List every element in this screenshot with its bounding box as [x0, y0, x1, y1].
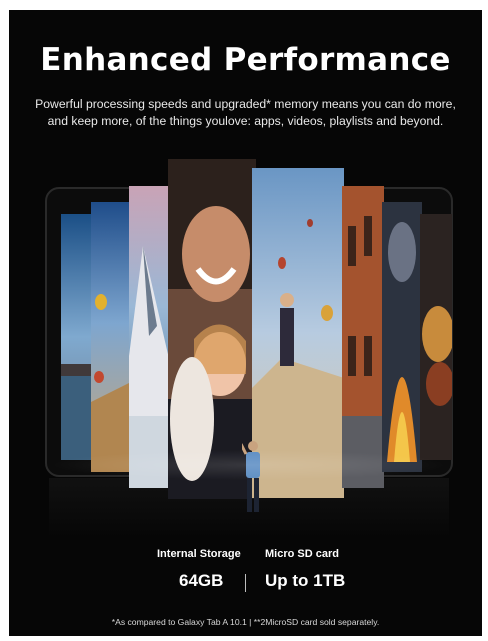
footnote: *As compared to Galaxy Tab A 10.1 | **2M…: [111, 617, 380, 627]
brick-building-photo: [342, 186, 384, 488]
internal-storage-value: 64GB: [179, 571, 224, 590]
lake-at-sunset-photo: [61, 214, 93, 460]
spec-divider: [245, 574, 246, 592]
internal-storage-label: Internal Storage: [157, 548, 241, 560]
hot-air-balloon-canyon-photo: [91, 202, 131, 472]
snowy-mountain-photo: [129, 186, 173, 488]
promo-panel: Enhanced Performance Powerful processing…: [9, 10, 482, 636]
page-title: Enhanced Performance: [40, 42, 451, 78]
campfire-photo: [382, 202, 422, 472]
stage-glow: [49, 450, 449, 480]
storage-specs: Internal Storage 64GB Micro SD card Up t…: [9, 548, 482, 608]
micro-sd-value: Up to 1TB: [265, 571, 346, 590]
page-subtitle: Powerful processing speeds and upgraded*…: [35, 97, 456, 128]
hiker-with-balloons-photo: [252, 168, 344, 498]
food-bowl-photo: [420, 214, 452, 460]
micro-sd-label: Micro SD card: [265, 548, 339, 560]
